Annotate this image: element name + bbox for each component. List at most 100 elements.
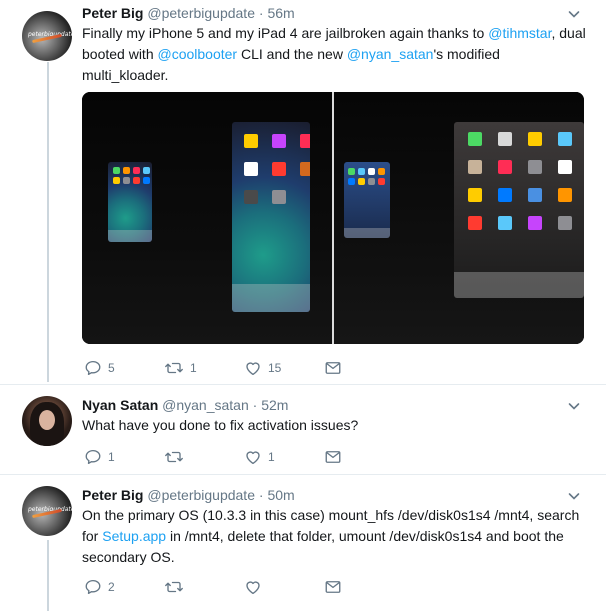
iphone-small-screen: [108, 162, 152, 242]
app-icon: [300, 134, 310, 148]
app-icon: [468, 216, 482, 230]
app-icon: [272, 162, 286, 176]
app-icon: [468, 160, 482, 174]
author-handle[interactable]: @nyan_satan: [162, 397, 249, 413]
like-button[interactable]: 1: [244, 447, 275, 467]
app-icon: [528, 188, 542, 202]
app-icon: [348, 178, 355, 185]
separator-dot: ·: [258, 5, 264, 21]
avatar[interactable]: peterbigupdate: [22, 11, 72, 61]
like-button[interactable]: 15: [244, 358, 281, 378]
app-icon: [244, 162, 258, 176]
media-photo-iphone[interactable]: [82, 92, 332, 344]
app-icon: [468, 188, 482, 202]
mention-link[interactable]: @tihmstar: [488, 25, 551, 41]
app-icon: [113, 167, 120, 174]
avatar-face: [39, 410, 55, 430]
tweet-header: Peter Big @peterbigupdate · 56m: [82, 5, 295, 21]
tweet-actions: 1 1: [82, 447, 382, 467]
media-photo-ipad[interactable]: [334, 92, 584, 344]
app-icon: [528, 132, 542, 146]
message-button[interactable]: [324, 577, 342, 597]
tweet-timestamp[interactable]: 52m: [261, 397, 288, 413]
chevron-down-icon[interactable]: [568, 400, 580, 412]
message-button[interactable]: [324, 447, 342, 467]
app-icon: [133, 177, 140, 184]
app-icon: [468, 132, 482, 146]
app-icon: [143, 177, 150, 184]
author-handle[interactable]: @peterbigupdate: [147, 5, 255, 21]
iphone-ios6-screen: [344, 162, 390, 238]
retweet-button[interactable]: [164, 577, 190, 597]
app-icon: [358, 178, 365, 185]
reply-button[interactable]: 2: [84, 577, 115, 597]
app-icon: [378, 178, 385, 185]
mention-link[interactable]: @nyan_satan: [347, 46, 434, 62]
tweet-text: What have you done to fix activation iss…: [82, 415, 587, 436]
tweet-timestamp[interactable]: 56m: [267, 5, 294, 21]
dock: [108, 230, 152, 242]
app-icon: [558, 160, 572, 174]
tweet-media[interactable]: [82, 92, 584, 344]
reply-icon: [85, 579, 101, 595]
avatar[interactable]: peterbigupdate: [22, 486, 72, 536]
retweet-icon: [165, 581, 183, 593]
separator-dot: ·: [258, 487, 264, 503]
app-icon-grid: [244, 134, 310, 204]
separator-dot: ·: [252, 397, 258, 413]
app-icon: [123, 167, 130, 174]
app-icon: [113, 177, 120, 184]
tweet[interactable]: peterbigupdate Peter Big @peterbigupdate…: [0, 0, 606, 384]
app-icon: [123, 177, 130, 184]
message-icon: [325, 451, 341, 463]
retweet-button[interactable]: 1: [164, 358, 197, 378]
app-icon: [378, 168, 385, 175]
tweet-actions: 2: [82, 577, 382, 597]
message-button[interactable]: [324, 358, 342, 378]
tweet-header: Peter Big @peterbigupdate · 50m: [82, 487, 295, 503]
app-icon: [244, 190, 258, 204]
avatar[interactable]: [22, 396, 72, 446]
tweet[interactable]: peterbigupdate Peter Big @peterbigupdate…: [0, 475, 606, 611]
app-icon: [368, 178, 375, 185]
app-icon: [272, 190, 286, 204]
chevron-down-icon[interactable]: [568, 8, 580, 20]
app-icon-grid: [113, 167, 150, 184]
author-name[interactable]: Peter Big: [82, 5, 143, 21]
app-icon: [498, 160, 512, 174]
mention-link[interactable]: @coolbooter: [158, 46, 238, 62]
retweet-button[interactable]: [164, 447, 190, 467]
app-icon: [244, 134, 258, 148]
reply-icon: [85, 449, 101, 465]
app-icon: [143, 167, 150, 174]
tweet-text: Finally my iPhone 5 and my iPad 4 are ja…: [82, 23, 587, 86]
tweet-text-part: CLI and the new: [237, 46, 347, 62]
chevron-down-icon[interactable]: [568, 490, 580, 502]
app-icon: [133, 167, 140, 174]
retweet-icon: [165, 451, 183, 463]
author-handle[interactable]: @peterbigupdate: [147, 487, 255, 503]
app-icon-grid: [468, 132, 572, 230]
tweet-timestamp[interactable]: 50m: [267, 487, 294, 503]
author-name[interactable]: Nyan Satan: [82, 397, 158, 413]
app-icon: [358, 168, 365, 175]
like-icon: [246, 451, 260, 465]
iphone-large-screen: [232, 122, 310, 312]
reply-button[interactable]: 1: [84, 447, 115, 467]
like-count: 1: [268, 450, 275, 464]
like-icon: [246, 362, 260, 376]
dock: [454, 272, 584, 298]
tweet-header: Nyan Satan @nyan_satan · 52m: [82, 397, 288, 413]
app-icon: [528, 160, 542, 174]
app-icon-grid: [348, 168, 385, 185]
like-button[interactable]: [244, 577, 268, 597]
inline-link[interactable]: Setup.app: [102, 528, 166, 544]
app-icon: [558, 132, 572, 146]
tweet-text-part: What have you done to fix activation iss…: [82, 417, 359, 433]
reply-button[interactable]: 5: [84, 358, 115, 378]
app-icon: [272, 134, 286, 148]
tweet-text-part: Finally my iPhone 5 and my iPad 4 are ja…: [82, 25, 489, 41]
tweet-text: On the primary OS (10.3.3 in this case) …: [82, 505, 587, 568]
tweet[interactable]: Nyan Satan @nyan_satan · 52m What have y…: [0, 385, 606, 482]
author-name[interactable]: Peter Big: [82, 487, 143, 503]
